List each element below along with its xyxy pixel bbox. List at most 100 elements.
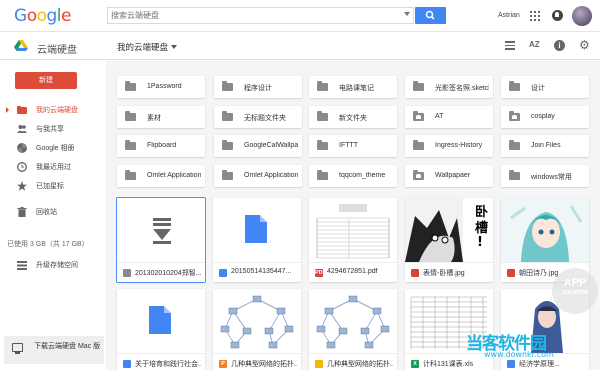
search-options-caret-icon[interactable] [404, 12, 410, 16]
folder-item[interactable]: 1Password [117, 76, 205, 98]
folder-name: 无标题文件夹 [244, 115, 286, 122]
active-arrow-icon [6, 107, 9, 113]
file-item[interactable]: 卧槽! 表情-卧槽.jpg [405, 198, 493, 282]
file-type-icon [123, 269, 131, 277]
folder-item[interactable]: IFTTT [309, 135, 397, 157]
chevron-down-icon[interactable] [171, 45, 177, 49]
sidebar-item-1[interactable]: 与我共享 [0, 120, 105, 138]
sidebar-item-3[interactable]: 我最近用过 [0, 158, 105, 176]
file-item[interactable]: P 几种典型网络的拓扑... [213, 289, 301, 370]
sidebar-item-5[interactable]: 回收站 [0, 203, 105, 221]
apps-grid-icon[interactable] [530, 11, 540, 21]
folder-name: Flipboard [147, 142, 177, 149]
avatar[interactable] [572, 6, 592, 26]
folder-name: tqqcom_theme [339, 172, 386, 179]
google-doc-icon [149, 306, 171, 334]
folder-item[interactable]: 电路课笔记 [309, 76, 397, 98]
photos-pinwheel-icon [17, 143, 27, 153]
settings-gear-icon[interactable]: ⚙ [579, 39, 590, 51]
list-view-icon[interactable] [505, 41, 515, 50]
star-icon [17, 181, 27, 191]
folder-item[interactable]: Omlet Applications [117, 165, 205, 187]
file-item[interactable]: PDF 4294672851.pdf [309, 198, 397, 282]
sidebar-item-0[interactable]: 我的云端硬盘 [0, 101, 105, 119]
folder-item[interactable]: Join Files [501, 135, 589, 157]
folder-name: 电路课笔记 [339, 85, 374, 92]
file-name: 经济学原理... [519, 361, 560, 368]
folder-icon [413, 140, 424, 150]
download-arrow-icon [153, 218, 171, 244]
file-type-icon [507, 269, 515, 277]
file-name: 几种典型网络的拓扑... [231, 361, 297, 368]
folder-item[interactable]: 素材 [117, 106, 205, 128]
file-item[interactable]: 20150514135447... [213, 198, 301, 282]
file-item[interactable]: 201302010204郑智... [116, 197, 206, 283]
file-name: 计科131课表.xls [423, 361, 474, 368]
people-icon [17, 125, 27, 133]
file-item[interactable]: 几种典型网络的拓扑... [309, 289, 397, 370]
search-input[interactable] [111, 9, 391, 22]
sort-icon[interactable]: AZ [529, 40, 540, 49]
file-thumbnail [213, 198, 301, 262]
sidebar-item-label: 回收站 [36, 209, 57, 216]
folder-name: 程序设计 [244, 85, 272, 92]
sidebar-item-label: Google 相册 [36, 145, 75, 152]
notifications-icon[interactable] [552, 10, 563, 21]
drive-folder-icon [17, 106, 27, 114]
folder-item[interactable]: Flipboard [117, 135, 205, 157]
folder-item[interactable]: 设计 [501, 76, 589, 98]
folder-item[interactable]: windows常用 [501, 165, 589, 187]
google-logo[interactable]: Google [14, 6, 71, 26]
file-thumbnail [309, 198, 397, 262]
folder-icon [222, 140, 233, 150]
folder-icon [317, 81, 328, 91]
search-box[interactable] [107, 7, 414, 24]
info-icon[interactable]: i [554, 40, 565, 51]
folder-icon [125, 140, 136, 150]
file-name: 201302010204郑智... [135, 270, 201, 277]
file-footer: 几种典型网络的拓扑... [309, 353, 397, 370]
folder-icon [222, 111, 233, 121]
folder-item[interactable]: Omlet Applications [214, 165, 302, 187]
folder-name: Omlet Applications [244, 172, 298, 179]
location-dropdown[interactable]: 我的云端硬盘 [117, 41, 168, 53]
folder-item[interactable]: tqqcom_theme [309, 165, 397, 187]
storage-usage: 已使用 3 GB（共 17 GB） [7, 241, 89, 248]
download-mac-label: 下载云端硬盘 Mac 版 [34, 343, 101, 350]
folder-icon [317, 170, 328, 180]
file-footer: 20150514135447... [213, 262, 301, 282]
folder-item[interactable]: AT [405, 106, 493, 128]
folder-icon [222, 81, 233, 91]
file-footer: X 计科131课表.xls [405, 353, 493, 370]
file-name: 4294672851.pdf [327, 268, 378, 275]
manga-caption: 槽 [475, 220, 488, 236]
folder-item[interactable]: GoogleCalWallpaper [214, 135, 302, 157]
file-item[interactable]: 关于培育和践行社会... [117, 289, 205, 370]
folder-name: GoogleCalWallpaper [244, 142, 298, 149]
search-button[interactable] [415, 7, 446, 24]
user-name[interactable]: Astrian [498, 12, 520, 19]
upgrade-storage-label: 升级存储空间 [36, 262, 78, 269]
folder-name: AT [435, 113, 444, 120]
sidebar-item-label: 我最近用过 [36, 164, 71, 171]
folder-item[interactable]: 新文件夹 [309, 106, 397, 128]
sidebar-item-2[interactable]: Google 相册 [0, 139, 105, 157]
top-bar: Google Astrian [0, 0, 600, 32]
folder-name: 1Password [147, 83, 182, 90]
logo-letter: o [26, 6, 37, 26]
new-button[interactable]: 新建 [15, 72, 77, 89]
shared-folder-icon [509, 111, 520, 121]
folder-item[interactable]: 光影签名照.sketch [405, 76, 493, 98]
sidebar-item-4[interactable]: 已加星标 [0, 177, 105, 195]
download-mac-banner[interactable]: 下载云端硬盘 Mac 版 [4, 336, 104, 364]
computer-icon [12, 343, 23, 354]
folder-item[interactable]: 无标题文件夹 [214, 106, 302, 128]
folder-item[interactable]: 程序设计 [214, 76, 302, 98]
folder-item[interactable]: Wallpapaer [405, 165, 493, 187]
logo-letter: g [46, 6, 58, 26]
folder-item[interactable]: Ingress-History [405, 135, 493, 157]
folder-icon [509, 170, 520, 180]
upgrade-storage-link[interactable]: 升级存储空间 [0, 256, 105, 274]
folder-item[interactable]: cosplay [501, 106, 589, 128]
folder-icon [317, 140, 328, 150]
